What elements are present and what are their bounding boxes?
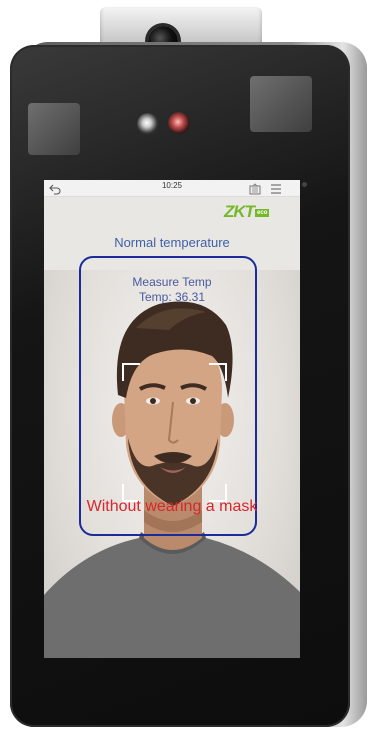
- temperature-reading: Temp: 36.31: [138, 290, 206, 304]
- temperature-status: Normal temperature: [114, 235, 230, 250]
- face-corner-top-right: [209, 363, 227, 381]
- red-led-icon: [168, 112, 190, 134]
- brand-logo-text: ZKT: [224, 202, 255, 221]
- device-screen: 10:25 ZKT eco Normal temperature Measure…: [44, 180, 300, 658]
- brand-logo-suffix: eco: [255, 209, 270, 217]
- left-sensor-window: [28, 103, 80, 155]
- measure-temp-label: Measure Temp: [132, 275, 212, 289]
- right-sensor-window: [250, 76, 312, 132]
- mask-warning: Without wearing a mask: [86, 498, 258, 515]
- ir-led-icon: [137, 113, 159, 135]
- light-sensor-dot: [302, 182, 307, 187]
- brand-logo: ZKT eco: [224, 202, 270, 221]
- status-bar: 10:25: [44, 180, 300, 197]
- list-icon[interactable]: [270, 182, 282, 194]
- face-corner-top-left: [122, 363, 140, 381]
- menu-icon[interactable]: [249, 182, 261, 195]
- clock: 10:25: [161, 181, 183, 190]
